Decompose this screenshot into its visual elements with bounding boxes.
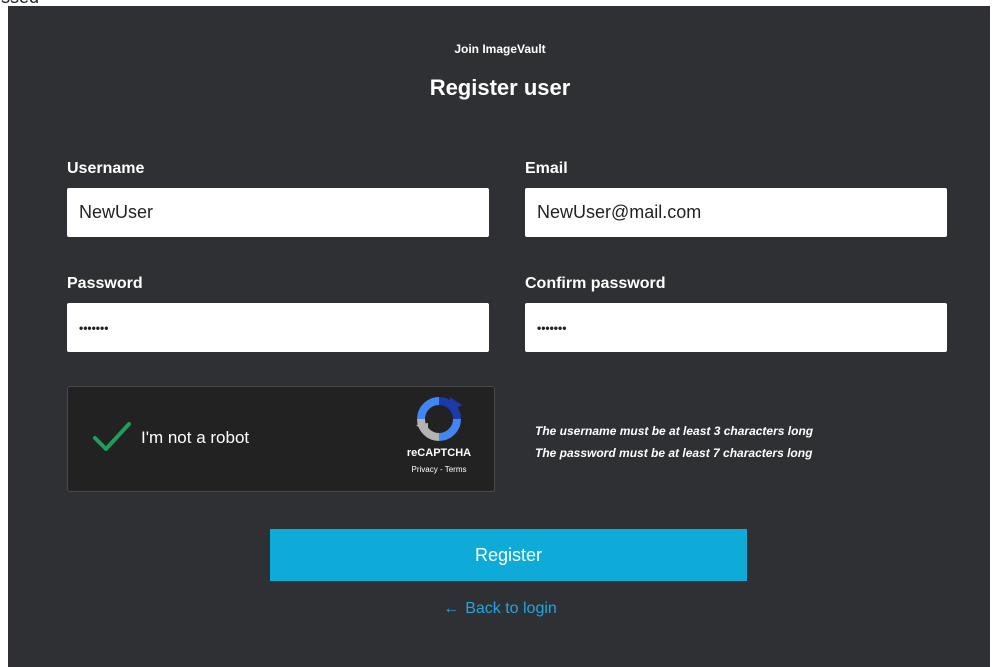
recaptcha-brand: reCAPTCHA xyxy=(406,447,472,459)
email-value: NewUser@mail.com xyxy=(537,202,702,222)
register-button[interactable]: Register xyxy=(270,529,747,581)
password-label: Password xyxy=(67,275,143,292)
confirm-password-field[interactable]: ••••••• xyxy=(525,303,947,352)
recaptcha-label: I'm not a robot xyxy=(141,428,250,447)
confirm-password-label: Confirm password xyxy=(525,275,666,292)
back-to-login-label: Back to login xyxy=(465,600,557,617)
arrow-left-icon: ← xyxy=(443,600,460,617)
username-label: Username xyxy=(67,160,145,177)
password-hint: The password must be at least 7 characte… xyxy=(535,446,813,460)
recaptcha-logo-icon xyxy=(416,397,462,441)
password-value: ••••••• xyxy=(79,320,109,335)
recaptcha-privacy-terms[interactable]: Privacy - Terms xyxy=(393,465,485,474)
username-value: NewUser xyxy=(79,202,154,222)
username-hint: The username must be at least 3 characte… xyxy=(535,424,814,438)
validation-hints: The username must be at least 3 characte… xyxy=(535,420,813,464)
password-field[interactable]: ••••••• xyxy=(67,303,489,352)
email-label: Email xyxy=(525,160,568,177)
page-title: Register user xyxy=(429,75,571,100)
username-field[interactable]: NewUser xyxy=(67,188,489,237)
email-field[interactable]: NewUser@mail.com xyxy=(525,188,947,237)
back-to-login-link[interactable]: ← Back to login xyxy=(0,600,1000,618)
recaptcha-widget: I'm not a robot reCAPTCHA Privacy - Term… xyxy=(67,386,495,492)
confirm-password-value: ••••••• xyxy=(537,320,567,335)
checkmark-icon[interactable] xyxy=(92,420,132,454)
page-subtitle: Join ImageVault xyxy=(454,42,546,56)
